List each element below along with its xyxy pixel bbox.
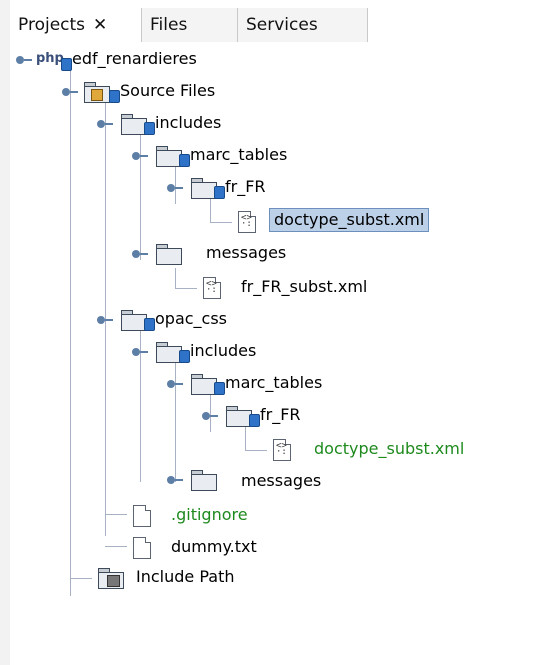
tree-node-opac-doctype-subst[interactable]: <> ·: doctype_subst.xml xyxy=(10,436,530,464)
source-files-label: Source Files xyxy=(120,81,216,100)
file-label: .gitignore xyxy=(171,505,248,524)
folder-label: marc_tables xyxy=(190,145,288,164)
folder-icon xyxy=(156,244,182,265)
tab-files-label: Files xyxy=(150,15,188,35)
tab-services-label: Services xyxy=(246,15,318,35)
collapsed-toggle-icon[interactable] xyxy=(167,472,183,488)
file-icon xyxy=(133,537,151,559)
xml-file-icon: <> ·: xyxy=(203,277,221,299)
tab-bar: Projects ✕ Files Services xyxy=(10,8,549,43)
expand-toggle-icon[interactable] xyxy=(132,246,148,262)
expand-toggle-icon[interactable] xyxy=(62,84,78,100)
file-icon xyxy=(133,505,151,527)
tree-node-gitignore[interactable]: .gitignore xyxy=(10,502,530,530)
file-label: doctype_subst.xml xyxy=(269,208,430,232)
php-badge-icon xyxy=(109,90,120,103)
tree-node-messages[interactable]: messages xyxy=(10,242,530,270)
php-badge-icon xyxy=(61,58,72,71)
file-label: dummy.txt xyxy=(171,537,257,556)
php-project-icon: php xyxy=(36,51,64,66)
tree-node-opac-css[interactable]: opac_css xyxy=(10,308,530,336)
include-path-label: Include Path xyxy=(136,567,235,586)
tree-node-opac-fr-fr[interactable]: fr_FR xyxy=(10,404,530,432)
tab-services[interactable]: Services xyxy=(238,8,368,42)
expand-toggle-icon[interactable] xyxy=(132,148,148,164)
file-label: fr_FR_subst.xml xyxy=(241,277,368,296)
php-badge-icon xyxy=(214,382,225,395)
project-name: edf_renardieres xyxy=(72,49,197,68)
folder-label: messages xyxy=(241,471,322,490)
tree-node-dummy-txt[interactable]: dummy.txt xyxy=(10,534,530,562)
expand-toggle-icon[interactable] xyxy=(132,344,148,360)
tree-node-fr-fr[interactable]: fr_FR xyxy=(10,176,530,204)
php-badge-icon xyxy=(179,350,190,363)
xml-file-icon: <> ·: xyxy=(273,439,291,461)
folder-label: fr_FR xyxy=(225,177,266,196)
close-icon[interactable]: ✕ xyxy=(93,15,107,35)
tree-node-includes[interactable]: includes xyxy=(10,112,530,140)
tree-node-project[interactable]: php edf_renardieres xyxy=(10,48,530,76)
expand-toggle-icon[interactable] xyxy=(97,116,113,132)
tab-projects-label: Projects xyxy=(18,15,86,35)
php-badge-icon xyxy=(144,318,155,331)
php-badge-icon xyxy=(249,414,260,427)
expand-toggle-icon[interactable] xyxy=(167,376,183,392)
tree-node-source-files[interactable]: Source Files xyxy=(10,80,530,108)
folder-label: marc_tables xyxy=(225,373,323,392)
file-label: doctype_subst.xml xyxy=(314,439,465,458)
xml-file-icon: <> ·: xyxy=(238,211,256,233)
tree-node-include-path[interactable]: Include Path xyxy=(10,566,530,594)
expand-toggle-icon[interactable] xyxy=(97,312,113,328)
tree-node-opac-marc-tables[interactable]: marc_tables xyxy=(10,372,530,400)
php-badge-icon xyxy=(214,186,225,199)
tree-node-opac-includes[interactable]: includes xyxy=(10,340,530,368)
library-folder-icon xyxy=(98,568,124,589)
tree-node-marc-tables[interactable]: marc_tables xyxy=(10,144,530,172)
php-badge-icon xyxy=(179,154,190,167)
window-left-edge xyxy=(0,0,10,665)
php-badge-icon xyxy=(144,122,155,135)
folder-icon xyxy=(191,470,217,491)
folder-label: includes xyxy=(190,341,257,360)
expand-toggle-icon[interactable] xyxy=(16,52,32,68)
tree-node-fr-fr-subst[interactable]: <> ·: fr_FR_subst.xml xyxy=(10,274,530,302)
expand-toggle-icon[interactable] xyxy=(167,180,183,196)
expand-toggle-icon[interactable] xyxy=(202,408,218,424)
tree-node-opac-messages[interactable]: messages xyxy=(10,468,530,496)
folder-label: fr_FR xyxy=(260,405,301,424)
folder-label: messages xyxy=(206,243,287,262)
source-package-icon xyxy=(84,82,110,103)
tab-projects[interactable]: Projects ✕ xyxy=(10,8,142,42)
project-tree: php edf_renardieres Source Files include… xyxy=(10,42,549,665)
folder-label: opac_css xyxy=(155,309,228,328)
tree-node-doctype-subst-selected[interactable]: <> ·: doctype_subst.xml xyxy=(10,208,530,236)
tab-files[interactable]: Files xyxy=(142,8,238,42)
folder-label: includes xyxy=(155,113,222,132)
